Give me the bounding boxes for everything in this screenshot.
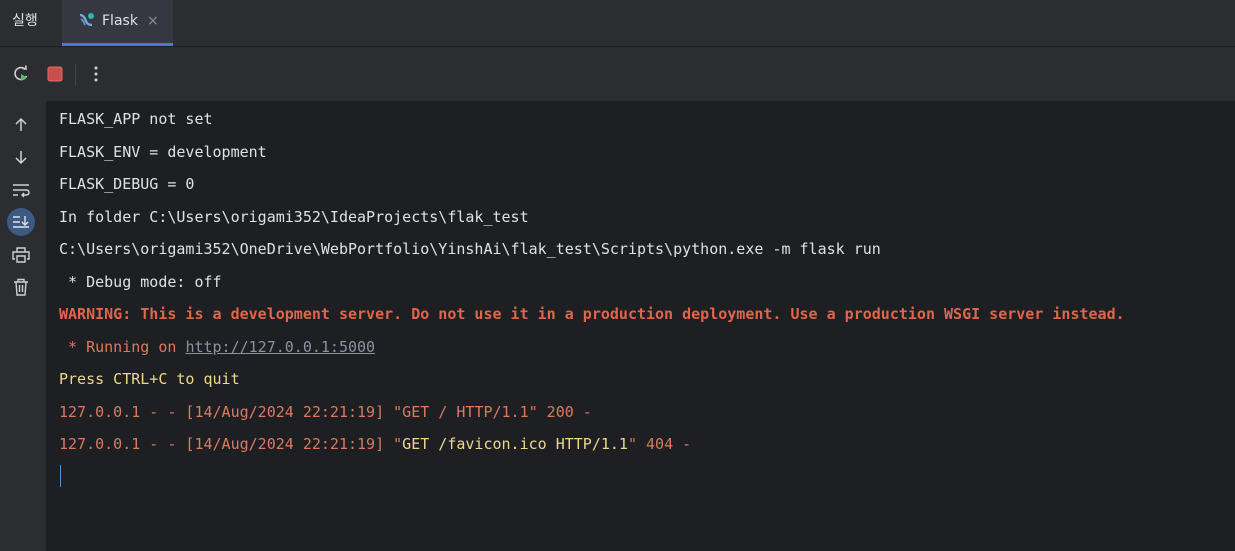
console-line: In folder C:\Users\origami352\IdeaProjec… [59,208,529,226]
request-log-line: 127.0.0.1 - - [14/Aug/2024 22:21:19] "GE… [59,434,691,454]
rerun-icon [14,65,28,81]
console-line: FLASK_APP not set [59,110,213,128]
console-output[interactable]: FLASK_APP not set FLASK_ENV = developmen… [46,101,1235,551]
log-prefix: 127.0.0.1 - - [14/Aug/2024 22:21:19] " [59,435,403,453]
tool-window-header: 실행 Flask × [0,0,1235,47]
close-tab-icon[interactable]: × [147,0,159,42]
more-options-button[interactable] [83,60,109,88]
run-toolbar [0,47,1235,101]
stop-button[interactable] [42,60,68,88]
running-on-line: * Running on http://127.0.0.1:5000 [59,337,375,357]
console-side-toolbar [0,101,46,551]
scroll-to-end-button[interactable] [7,208,35,236]
console-line: FLASK_DEBUG = 0 [59,175,195,193]
scroll-to-end-icon [13,216,29,228]
rerun-button[interactable] [8,60,34,88]
scroll-up-button[interactable] [7,111,35,139]
server-url-link[interactable]: http://127.0.0.1:5000 [185,338,375,356]
console-line: * Debug mode: off [59,273,222,291]
clear-console-button[interactable] [7,273,35,301]
log-suffix: " 404 - [627,435,692,453]
toolbar-separator [75,64,76,86]
arrow-down-icon [15,151,27,165]
soft-wrap-button[interactable] [7,176,35,204]
soft-wrap-icon [13,184,30,198]
stop-icon [47,66,63,82]
print-icon [12,247,30,263]
request-log-line: 127.0.0.1 - - [14/Aug/2024 22:21:19] "GE… [59,403,592,421]
tab-label: Flask [102,13,138,29]
active-tab-indicator [62,43,173,46]
console-line: C:\Users\origami352\OneDrive\WebPortfoli… [59,240,881,258]
scroll-down-button[interactable] [7,143,35,171]
trash-icon [14,278,28,296]
flask-run-icon [79,13,94,27]
console-line: FLASK_ENV = development [59,143,267,161]
console-line: Press CTRL+C to quit [59,370,240,388]
tool-window-title: 실행 [12,13,38,29]
tab-flask[interactable]: Flask × [62,0,173,46]
input-caret [60,465,61,487]
log-request: GET /favicon.ico HTTP/1.1 [402,435,628,453]
print-button[interactable] [7,241,35,269]
warning-line: WARNING: This is a development server. D… [59,305,1125,323]
more-vertical-icon [94,66,98,82]
arrow-up-icon [15,117,27,131]
running-on-label: * Running on [59,338,186,356]
